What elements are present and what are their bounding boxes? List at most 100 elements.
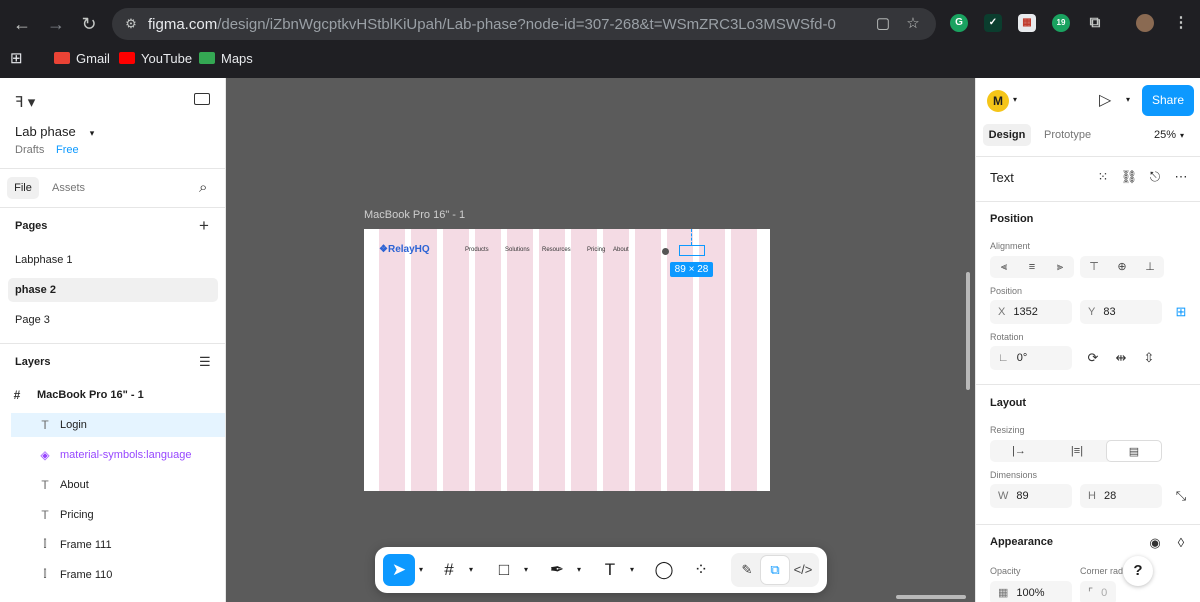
draw-mode-icon[interactable]: ✎	[733, 556, 761, 584]
login-selection-box[interactable]	[679, 245, 705, 256]
chevron-down-icon[interactable]: ▾	[524, 565, 528, 574]
profile-avatar[interactable]	[1136, 14, 1154, 32]
bookmark-youtube[interactable]: YouTube	[119, 50, 192, 68]
site-settings-icon[interactable]: ⚙	[122, 15, 140, 33]
x-position-field[interactable]: X 1352	[990, 300, 1072, 324]
chevron-down-icon[interactable]: ▾	[577, 565, 581, 574]
vertical-scrollbar[interactable]	[966, 272, 970, 390]
layer-frame-110[interactable]: ⫿ Frame 110	[11, 563, 225, 587]
figma-menu-icon[interactable]: ꟻ ▾	[15, 93, 35, 111]
nav-pricing[interactable]: Pricing	[587, 247, 605, 253]
chevron-down-icon[interactable]: ▾	[1126, 95, 1130, 104]
horizontal-scrollbar[interactable]	[896, 595, 966, 599]
design-mode-icon[interactable]: ⧉	[761, 556, 789, 584]
tab-file[interactable]: File	[7, 177, 39, 199]
comment-tool-button[interactable]: ◯	[648, 554, 680, 586]
actions-tool-button[interactable]: ⁘	[685, 554, 717, 586]
corner-radius-field[interactable]: ⌜ 0	[1080, 581, 1116, 602]
align-top-icon[interactable]: ⊤	[1080, 256, 1108, 278]
flip-horizontal-icon[interactable]: ⇹	[1112, 349, 1130, 367]
flip-vertical-icon[interactable]: ⇳	[1140, 349, 1158, 367]
grammarly-extension-icon[interactable]: G	[950, 14, 968, 32]
rectangle-tool-button[interactable]: □	[488, 554, 520, 586]
search-icon[interactable]: ⌕	[199, 179, 207, 196]
eye-icon[interactable]: ◉	[1146, 534, 1164, 552]
browser-menu-icon[interactable]: ⋮	[1172, 14, 1190, 32]
layer-pricing[interactable]: T Pricing	[11, 503, 225, 527]
nav-solutions[interactable]: Solutions	[505, 247, 530, 253]
page-item-phase-2[interactable]: phase 2	[8, 278, 218, 302]
relayhq-logo[interactable]: ❖RelayHQ	[379, 244, 430, 255]
user-avatar[interactable]: M	[987, 90, 1009, 112]
share-button[interactable]: Share	[1142, 85, 1194, 116]
grid-styles-icon[interactable]: ⁙	[1094, 168, 1112, 186]
page-item-page-3[interactable]: Page 3	[8, 308, 218, 332]
address-bar[interactable]: ⚙ figma.com/design/iZbnWgcptkvHStblKiUpa…	[112, 8, 936, 40]
rotate-icon[interactable]: ⟳	[1084, 349, 1102, 367]
layer-about[interactable]: T About	[11, 473, 225, 497]
align-middle-icon[interactable]: ⊕	[1108, 256, 1136, 278]
dev-mode-icon[interactable]: </>	[789, 556, 817, 584]
extensions-puzzle-icon[interactable]: ⧉	[1086, 14, 1104, 32]
sidebar-toggle-icon[interactable]	[194, 93, 210, 105]
nav-products[interactable]: Products	[465, 247, 489, 253]
constrain-proportions-icon[interactable]: ⤡	[1172, 487, 1190, 505]
macbook-frame[interactable]: ❖RelayHQ Products Solutions Resources Pr…	[364, 229, 770, 491]
frame-label[interactable]: MacBook Pro 16" - 1	[364, 209, 465, 221]
apps-grid-icon[interactable]: ⊞	[10, 50, 23, 68]
chevron-down-icon[interactable]: ▾	[1013, 95, 1017, 104]
nav-resources[interactable]: Resources	[542, 247, 571, 253]
layer-language-icon[interactable]: ◈ material-symbols:language	[11, 443, 225, 467]
frame-tool-button[interactable]: #	[433, 554, 465, 586]
text-tool-button[interactable]: T	[594, 554, 626, 586]
chevron-down-icon[interactable]: ▾	[630, 565, 634, 574]
drafts-link[interactable]: Drafts	[15, 144, 44, 156]
bookmark-maps[interactable]: Maps	[199, 50, 253, 68]
forward-arrow-icon[interactable]: →	[44, 12, 68, 36]
collapse-layers-icon[interactable]: ☰	[199, 354, 211, 370]
align-left-icon[interactable]: ⫷	[990, 256, 1018, 278]
checkmark-extension-icon[interactable]: ✓	[984, 14, 1002, 32]
bookmark-star-icon[interactable]: ☆	[904, 15, 922, 33]
constraints-icon[interactable]: ⊞	[1172, 303, 1190, 321]
tab-design[interactable]: Design	[983, 124, 1031, 146]
detach-icon[interactable]: ⎋	[1146, 168, 1164, 186]
tab-assets[interactable]: Assets	[52, 182, 85, 194]
chevron-down-icon[interactable]: ▾	[469, 565, 473, 574]
layer-login[interactable]: T Login	[11, 413, 225, 437]
calendar-extension-icon[interactable]: ▦	[1018, 14, 1036, 32]
zoom-level[interactable]: 25% ▾	[1154, 129, 1184, 141]
tab-prototype[interactable]: Prototype	[1044, 129, 1091, 141]
language-globe-icon[interactable]	[662, 248, 669, 255]
design-canvas[interactable]: MacBook Pro 16" - 1 ❖RelayHQ Products So…	[226, 78, 975, 602]
height-field[interactable]: H 28	[1080, 484, 1162, 508]
reload-icon[interactable]: ↻	[77, 12, 101, 36]
width-field[interactable]: W 89	[990, 484, 1072, 508]
rotation-field[interactable]: ∟ 0°	[990, 346, 1072, 370]
bookmark-gmail[interactable]: Gmail	[54, 50, 110, 68]
fixed-size-icon[interactable]: ▤	[1106, 440, 1162, 462]
align-right-icon[interactable]: ⫸	[1046, 256, 1074, 278]
clipboard-icon[interactable]: ▢	[874, 15, 892, 33]
align-center-icon[interactable]: ≡	[1018, 256, 1046, 278]
back-arrow-icon[interactable]: ←	[10, 12, 34, 36]
file-name[interactable]: Lab phase ▾	[15, 124, 94, 139]
nav-about[interactable]: About	[613, 247, 629, 253]
pen-tool-button[interactable]: ✒	[541, 554, 573, 586]
move-tool-button[interactable]: ➤	[383, 554, 415, 586]
auto-height-icon[interactable]: |≡|	[1048, 440, 1106, 462]
plan-badge[interactable]: Free	[56, 144, 79, 156]
opacity-field[interactable]: ▦ 100%	[990, 581, 1072, 602]
layer-frame-111[interactable]: ⫿ Frame 111	[11, 533, 225, 557]
align-bottom-icon[interactable]: ⊥	[1136, 256, 1164, 278]
layer-macbook-frame[interactable]: # MacBook Pro 16" - 1	[11, 383, 225, 407]
blend-mode-icon[interactable]: ◊	[1172, 534, 1190, 552]
link-icon[interactable]: ⛓	[1120, 168, 1138, 186]
present-play-icon[interactable]: ▷	[1099, 90, 1111, 110]
help-button[interactable]: ?	[1123, 556, 1153, 586]
badge-extension-icon[interactable]: 19	[1052, 14, 1070, 32]
more-options-icon[interactable]: ⋯	[1172, 168, 1190, 186]
page-item-labphase-1[interactable]: Labphase 1	[8, 248, 218, 272]
auto-width-icon[interactable]: |→	[990, 440, 1048, 462]
add-page-icon[interactable]: +	[199, 216, 209, 236]
